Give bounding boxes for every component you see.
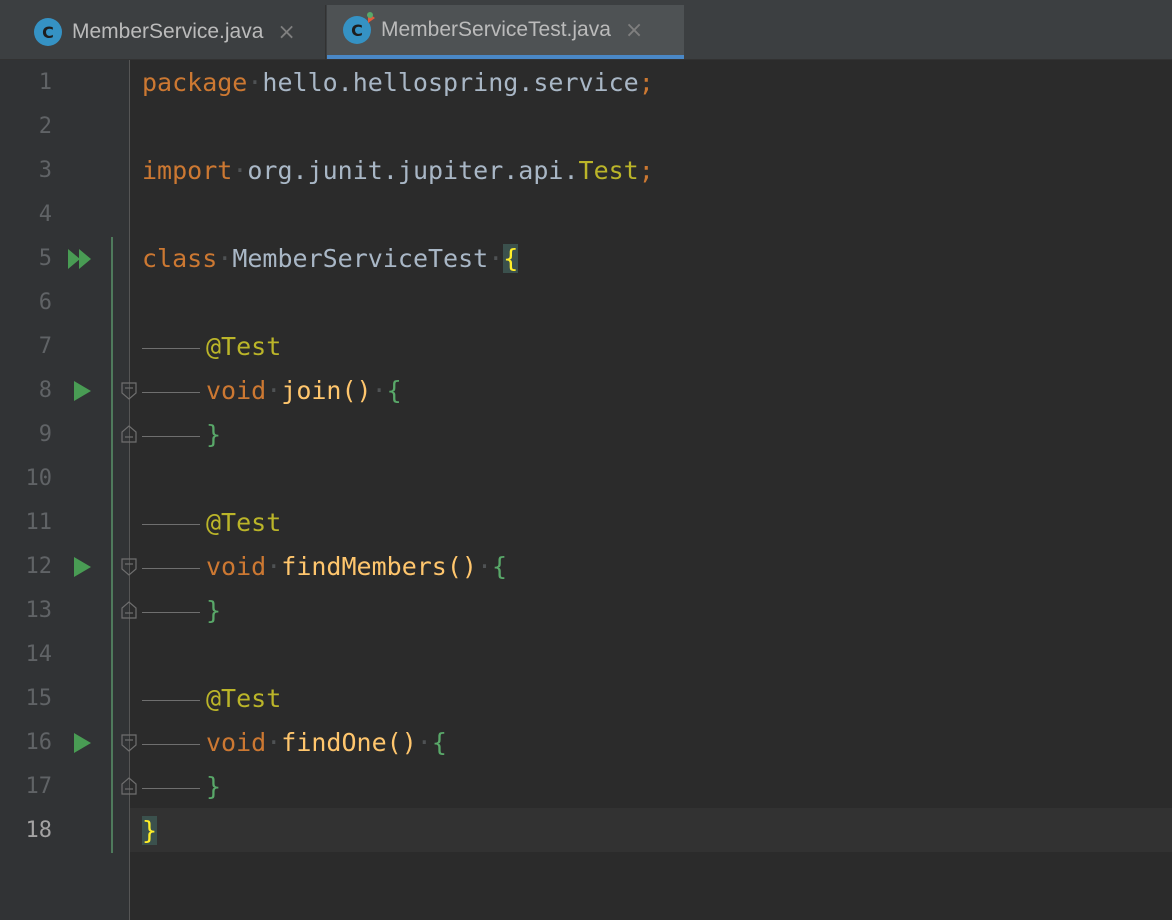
- run-arrow-part: [79, 249, 91, 269]
- import-package: org.junit.jupiter.api.: [247, 156, 579, 185]
- class-open-brace: {: [503, 244, 519, 273]
- method-open-brace: {: [386, 376, 402, 405]
- keyword-void: void: [206, 728, 267, 757]
- code-line-13[interactable]: }: [142, 589, 221, 633]
- code-line-12[interactable]: void·findMembers()·{: [142, 545, 507, 589]
- close-tab-icon[interactable]: ×: [277, 20, 295, 45]
- line-number: 5: [38, 246, 52, 271]
- code-line-3[interactable]: import·org.junit.jupiter.api.Test;: [142, 149, 654, 193]
- line-number: 6: [38, 290, 52, 315]
- close-tab-icon[interactable]: ×: [625, 18, 643, 43]
- indent-guide: [142, 523, 200, 525]
- code-line-7[interactable]: @Test: [142, 325, 281, 369]
- method-close-brace: }: [206, 596, 222, 625]
- line-number: 12: [25, 554, 53, 579]
- method-parens: (): [341, 376, 372, 405]
- code-line-16[interactable]: void·findOne()·{: [142, 721, 447, 765]
- code-line-18[interactable]: }: [142, 809, 158, 853]
- code-line-1[interactable]: package·hello.hellospring.service;: [142, 61, 654, 105]
- indent-guide: [142, 699, 200, 701]
- run-all-tests-icon[interactable]: [68, 247, 98, 271]
- java-class-icon: C: [34, 18, 62, 46]
- line-number: 7: [38, 334, 52, 359]
- line-number: 3: [38, 158, 52, 183]
- line-number: 14: [25, 642, 53, 667]
- line-number: 8: [38, 378, 52, 403]
- line-number-current: 18: [25, 818, 53, 843]
- tab-member-service[interactable]: C MemberService.java ×: [18, 5, 326, 59]
- method-open-brace: {: [431, 728, 447, 757]
- line-number: 13: [25, 598, 53, 623]
- run-test-icon[interactable]: [74, 733, 91, 753]
- editor-tab-bar: C MemberService.java × C MemberServiceTe…: [0, 5, 1172, 60]
- tab-label: MemberService.java: [72, 20, 264, 43]
- keyword-class: class: [142, 244, 218, 273]
- method-close-brace: }: [206, 772, 222, 801]
- tab-member-service-test[interactable]: C MemberServiceTest.java ×: [327, 5, 684, 59]
- tool-window-strip: [0, 60, 10, 920]
- tab-label: MemberServiceTest.java: [381, 18, 611, 41]
- icon-letter: C: [351, 20, 363, 40]
- keyword-void: void: [206, 376, 267, 405]
- run-test-icon[interactable]: [74, 381, 91, 401]
- method-parens: (): [446, 552, 477, 581]
- test-annotation: @Test: [206, 332, 282, 361]
- method-parens: (): [386, 728, 417, 757]
- code-editor[interactable]: package·hello.hellospring.service; impor…: [130, 60, 1172, 920]
- line-number: 4: [38, 202, 52, 227]
- line-number: 15: [25, 686, 53, 711]
- line-number: 9: [38, 422, 52, 447]
- keyword-import: import: [142, 156, 233, 185]
- java-test-class-icon: C: [343, 12, 375, 44]
- line-number: 1: [38, 70, 52, 95]
- code-line-5[interactable]: class·MemberServiceTest·{: [142, 237, 519, 281]
- semicolon: ;: [638, 156, 654, 185]
- indent-guide: [142, 787, 200, 789]
- run-test-icon[interactable]: [74, 557, 91, 577]
- method-name: findMembers: [281, 552, 447, 581]
- test-badge-dot-icon: [367, 12, 373, 18]
- code-line-8[interactable]: void·join()·{: [142, 369, 402, 413]
- method-name: join: [281, 376, 342, 405]
- test-annotation: @Test: [206, 508, 282, 537]
- line-number: 16: [25, 730, 53, 755]
- keyword-package: package: [142, 68, 248, 97]
- package-name: hello.hellospring.service: [262, 68, 639, 97]
- import-class: Test: [578, 156, 639, 185]
- indent-guide: [142, 743, 200, 745]
- class-name: MemberServiceTest: [232, 244, 489, 273]
- method-open-brace: {: [492, 552, 508, 581]
- indent-guide: [142, 391, 200, 393]
- code-line-15[interactable]: @Test: [142, 677, 281, 721]
- indent-guide: [142, 611, 200, 613]
- code-line-17[interactable]: }: [142, 765, 221, 809]
- line-number: 2: [38, 114, 52, 139]
- line-number: 17: [25, 774, 53, 799]
- indent-guide: [142, 435, 200, 437]
- method-name: findOne: [281, 728, 387, 757]
- class-close-brace: }: [142, 816, 158, 845]
- keyword-void: void: [206, 552, 267, 581]
- test-annotation: @Test: [206, 684, 282, 713]
- code-line-11[interactable]: @Test: [142, 501, 281, 545]
- indent-guide: [142, 567, 200, 569]
- method-close-brace: }: [206, 420, 222, 449]
- semicolon: ;: [638, 68, 654, 97]
- vcs-change-marker[interactable]: [111, 237, 113, 853]
- indent-guide: [142, 347, 200, 349]
- line-number: 10: [25, 466, 53, 491]
- current-line-highlight: [130, 808, 1172, 852]
- line-number: 11: [25, 510, 53, 535]
- code-line-9[interactable]: }: [142, 413, 221, 457]
